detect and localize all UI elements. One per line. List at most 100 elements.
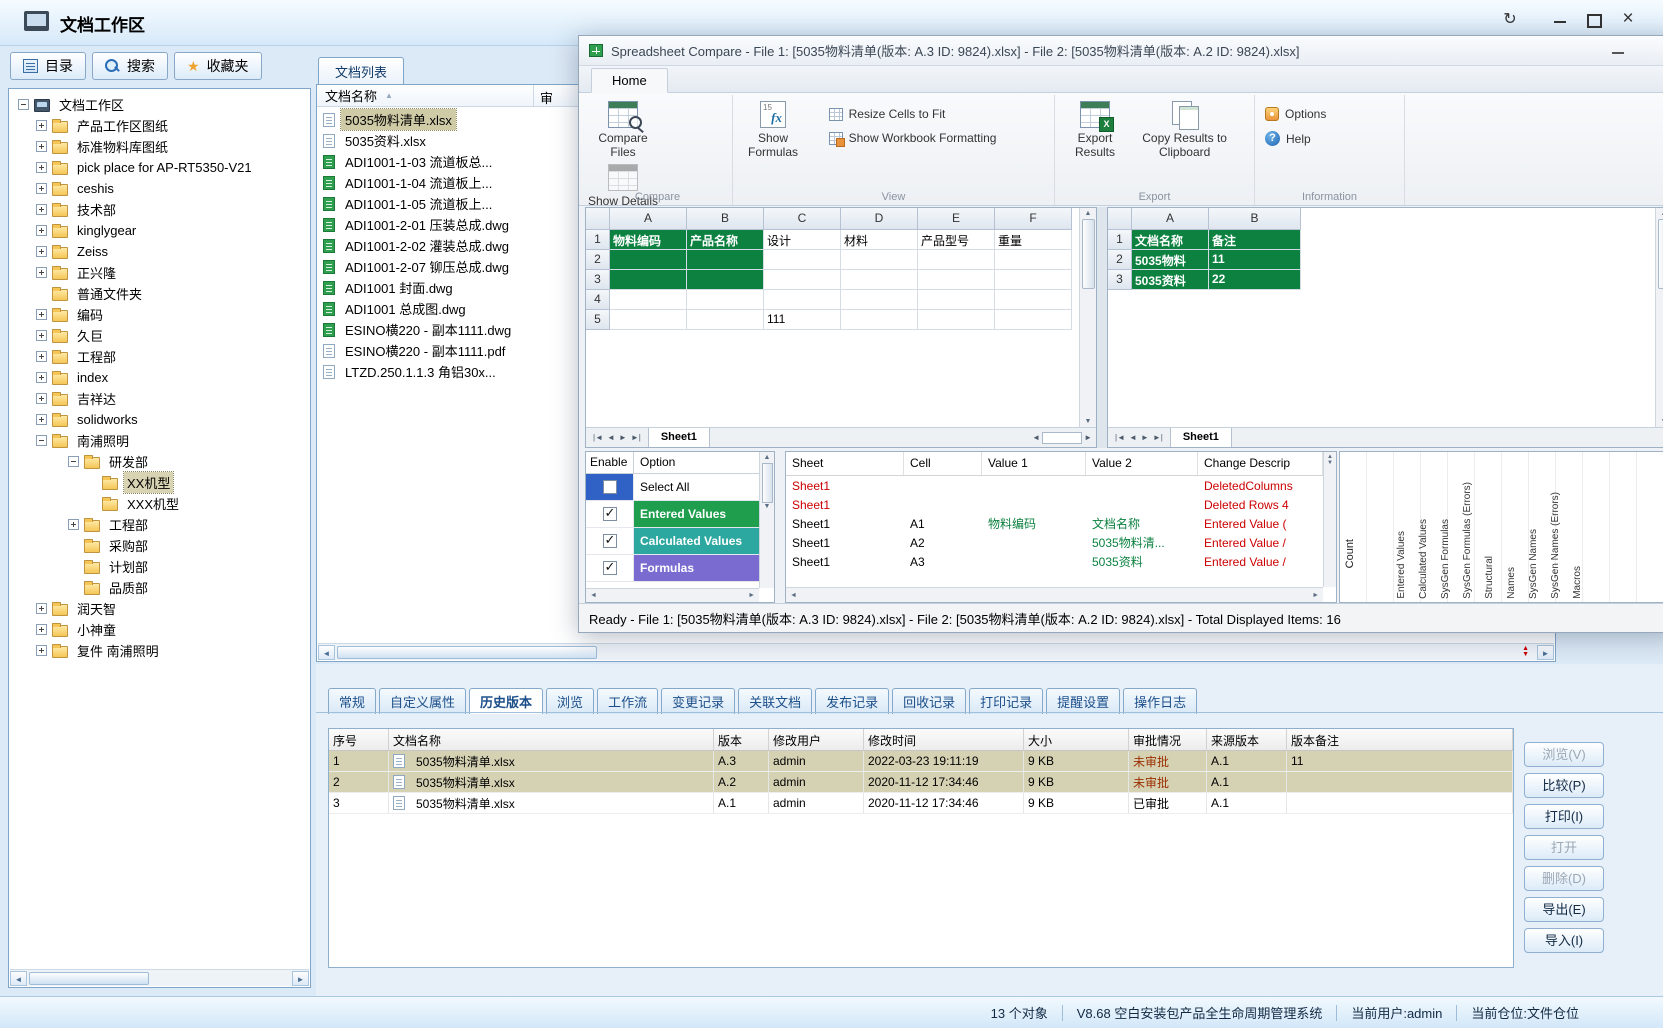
row-header[interactable]: 1	[1108, 230, 1132, 250]
show-formulas-button[interactable]: Show Formulas	[737, 97, 809, 160]
table-row[interactable]: 3 5035物料清单.xlsx A.1 admin 2020-11-12 17:…	[329, 793, 1513, 814]
action-button[interactable]: 删除(D)	[1524, 866, 1604, 891]
file1-vertical-scrollbar[interactable]	[1079, 208, 1096, 427]
result-row[interactable]: Sheet1 A3 5035资料 Entered Value /	[786, 552, 1323, 571]
expand-icon[interactable]	[36, 624, 47, 635]
tree-item[interactable]: 正兴隆	[12, 262, 307, 283]
cell-C5[interactable]: 111	[764, 310, 841, 330]
tree-item[interactable]: 技术部	[12, 199, 307, 220]
row-header[interactable]: 3	[586, 270, 610, 290]
first-sheet-icon[interactable]	[593, 433, 603, 442]
expand-icon[interactable]	[36, 141, 47, 152]
options-horizontal-scrollbar[interactable]	[586, 588, 759, 602]
action-button[interactable]: 打开	[1524, 835, 1604, 860]
row-header[interactable]: 2	[1108, 250, 1132, 270]
tree-item[interactable]: 小神童	[12, 619, 307, 640]
expand-icon[interactable]	[36, 267, 47, 278]
favorites-button[interactable]: 收藏夹	[174, 52, 262, 80]
grid-corner[interactable]	[586, 208, 610, 230]
expand-icon[interactable]	[36, 372, 47, 383]
detail-tab[interactable]: 操作日志	[1123, 688, 1197, 714]
scroll-down-icon[interactable]	[1085, 418, 1092, 425]
results-vertical-scrollbar[interactable]	[1323, 452, 1336, 587]
tab-document-list[interactable]: 文档列表	[318, 57, 404, 84]
detail-tab[interactable]: 打印记录	[969, 688, 1043, 714]
cell-C1[interactable]: 设计	[764, 230, 841, 250]
option-label[interactable]: Calculated Values	[634, 528, 759, 554]
action-button[interactable]: 导入(I)	[1524, 928, 1604, 953]
expand-icon[interactable]	[36, 414, 47, 425]
expand-icon[interactable]	[36, 645, 47, 656]
tree-item[interactable]: 工程部	[12, 346, 307, 367]
export-results-button[interactable]: Export Results	[1059, 97, 1131, 160]
result-row[interactable]: Sheet1 DeletedColumns	[786, 476, 1323, 495]
next-sheet-icon[interactable]	[1141, 433, 1149, 442]
options-vertical-scrollbar[interactable]	[759, 452, 774, 588]
cell-E1[interactable]: 产品型号	[918, 230, 995, 250]
expand-icon[interactable]	[18, 99, 29, 110]
grid-splitter[interactable]	[1097, 207, 1107, 448]
file2-vertical-scrollbar[interactable]	[1655, 208, 1663, 427]
resize-cells-button[interactable]: Resize Cells to Fit	[829, 107, 997, 121]
row-header[interactable]: 3	[1108, 270, 1132, 290]
results-column-header[interactable]: Value 2	[1086, 452, 1198, 475]
tree-item[interactable]: 研发部	[12, 451, 307, 472]
cell-B2[interactable]	[687, 250, 764, 270]
scroll-right-icon[interactable]	[292, 971, 309, 986]
history-column-header[interactable]: 审批情况	[1129, 729, 1207, 750]
tree-item[interactable]: 文档工作区	[12, 94, 307, 115]
tree-item[interactable]: 编码	[12, 304, 307, 325]
option-row[interactable]: Select All	[586, 474, 759, 501]
tree-horizontal-scrollbar[interactable]	[10, 969, 309, 986]
next-sheet-icon[interactable]	[619, 433, 627, 442]
checkbox[interactable]	[603, 561, 617, 575]
scrollbar-thumb[interactable]	[1658, 219, 1663, 289]
scroll-left-icon[interactable]	[10, 971, 27, 986]
options-button[interactable]: Options	[1265, 107, 1326, 121]
cell-B3[interactable]	[687, 270, 764, 290]
tree-item[interactable]: XXX机型	[12, 493, 307, 514]
maximize-button[interactable]	[1577, 6, 1611, 34]
option-label[interactable]: Formulas	[634, 555, 759, 581]
expand-icon[interactable]	[36, 351, 47, 362]
tree-item[interactable]: 普通文件夹	[12, 283, 307, 304]
option-row[interactable]: Entered Values	[586, 501, 759, 528]
history-column-header[interactable]: 修改用户	[769, 729, 864, 750]
grid-corner[interactable]	[1108, 208, 1132, 230]
prev-sheet-icon[interactable]	[607, 433, 615, 442]
expand-icon[interactable]	[36, 330, 47, 341]
detail-tab[interactable]: 发布记录	[815, 688, 889, 714]
tree-item[interactable]: kinglygear	[12, 220, 307, 241]
cell-D1[interactable]: 材料	[841, 230, 918, 250]
workbook-formatting-button[interactable]: Show Workbook Formatting	[829, 131, 997, 145]
checkbox[interactable]	[603, 507, 617, 521]
scroll-up-icon[interactable]	[764, 454, 771, 461]
option-label[interactable]: Select All	[634, 474, 759, 500]
column-header[interactable]: B	[1209, 208, 1301, 230]
sheet-horizontal-scrollbar[interactable]	[1032, 428, 1096, 447]
last-sheet-icon[interactable]	[1153, 433, 1163, 442]
first-sheet-icon[interactable]	[1115, 433, 1125, 442]
tree-item[interactable]: pick place for AP-RT5350-V21	[12, 157, 307, 178]
history-column-header[interactable]: 版本备注	[1287, 729, 1513, 750]
catalog-button[interactable]: 目录	[10, 52, 86, 80]
checkbox[interactable]	[603, 534, 617, 548]
detail-tab[interactable]: 提醒设置	[1046, 688, 1120, 714]
compare-titlebar[interactable]: Spreadsheet Compare - File 1: [5035物料清单(…	[579, 36, 1663, 66]
cell-B1[interactable]: 产品名称	[687, 230, 764, 250]
scroll-down-icon[interactable]	[764, 503, 771, 510]
column-header[interactable]: A	[610, 208, 687, 230]
tree-item[interactable]: 采购部	[12, 535, 307, 556]
detail-tab[interactable]: 常规	[328, 688, 376, 714]
row-header[interactable]: 5	[586, 310, 610, 330]
detail-tab[interactable]: 自定义属性	[379, 688, 466, 714]
results-column-header[interactable]: Value 1	[982, 452, 1086, 475]
results-column-header[interactable]: Cell	[904, 452, 982, 475]
document-list-horizontal-scrollbar[interactable]: ▲▼	[318, 643, 1554, 660]
detail-tab[interactable]: 工作流	[597, 688, 658, 714]
tree-item[interactable]: 工程部	[12, 514, 307, 535]
cell-A3[interactable]	[610, 270, 687, 290]
action-button[interactable]: 导出(E)	[1524, 897, 1604, 922]
detail-tab[interactable]: 历史版本	[469, 688, 543, 714]
detail-tab[interactable]: 浏览	[546, 688, 594, 714]
